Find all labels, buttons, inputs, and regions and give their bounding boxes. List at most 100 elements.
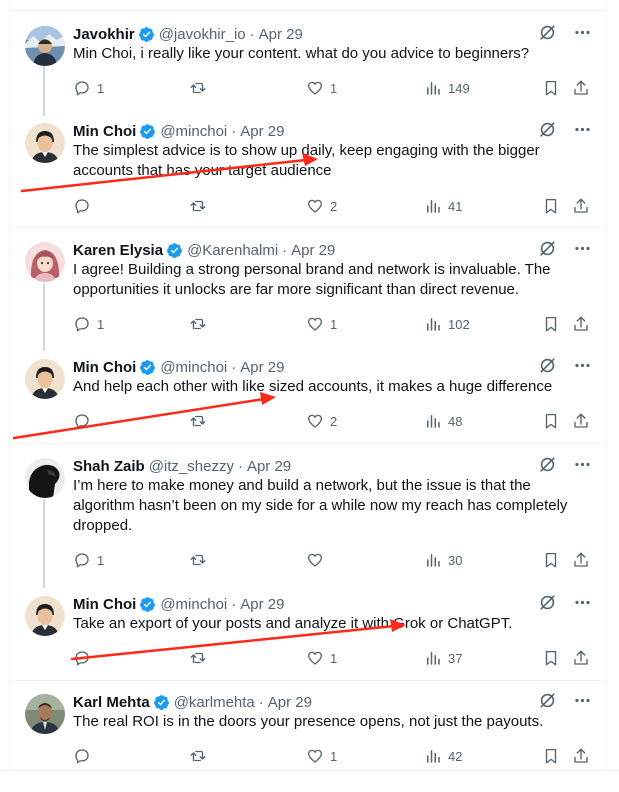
views-button[interactable]: 149 [424,78,470,98]
author-handle[interactable]: @itz_shezzy [149,458,234,475]
more-options-icon[interactable] [573,356,592,375]
share-button[interactable] [572,314,590,334]
share-button[interactable] [572,78,590,98]
author-name[interactable]: Min Choi [73,123,136,140]
avatar[interactable] [25,123,65,163]
author-handle[interactable]: @minchoi [160,123,227,140]
author-handle[interactable]: @minchoi [160,596,227,613]
author-name[interactable]: Min Choi [73,359,136,376]
bookmark-button[interactable] [542,648,560,668]
like-button[interactable]: 1 [306,314,337,334]
retweet-button[interactable] [189,314,213,334]
retweet-button[interactable] [189,411,213,431]
more-options-icon[interactable] [573,455,592,474]
author-handle[interactable]: @Karenhalmi [187,242,278,259]
grok-icon[interactable] [538,691,557,710]
author-name[interactable]: Karl Mehta [73,694,150,711]
retweet-button[interactable] [189,648,213,668]
tweet-date[interactable]: Apr 29 [240,359,284,376]
views-button[interactable]: 37 [424,648,462,668]
reply-count: 1 [97,552,105,568]
tweet[interactable]: Min Choi @minchoi · Apr 29 And help each… [10,344,606,443]
tweet[interactable]: Min Choi @minchoi · Apr 29 The simplest … [10,108,606,226]
author-handle[interactable]: @javokhir_io [159,26,246,43]
share-button[interactable] [572,648,590,668]
more-options-icon[interactable] [573,691,592,710]
like-button[interactable]: 2 [306,196,337,216]
reply-button[interactable] [73,648,97,668]
reply-button[interactable]: 1 [73,78,104,98]
avatar[interactable] [25,242,65,282]
bookmark-button[interactable] [542,314,560,334]
more-options-icon[interactable] [573,23,592,42]
tweet-thread-page: Javokhir @javokhir_io · Apr 29 Min Choi,… [0,0,619,792]
retweet-icon [190,318,206,330]
like-count: 1 [330,650,338,666]
tweet[interactable]: Javokhir @javokhir_io · Apr 29 Min Choi,… [10,11,606,115]
tweet-date[interactable]: Apr 29 [268,694,312,711]
tweet-date[interactable]: Apr 29 [240,596,284,613]
grok-icon[interactable] [538,356,557,375]
retweet-button[interactable] [189,78,213,98]
like-button[interactable]: 1 [306,78,337,98]
tweet[interactable]: Karen Elysia @Karenhalmi · Apr 29 I agre… [10,227,606,344]
reply-button[interactable]: 1 [73,314,104,334]
share-button[interactable] [572,196,590,216]
tweet[interactable]: Min Choi @minchoi · Apr 29 Take an expor… [10,581,606,680]
reply-button[interactable] [73,411,97,431]
views-button[interactable]: 102 [424,314,470,334]
author-handle[interactable]: @minchoi [160,359,227,376]
bookmark-button[interactable] [542,746,560,766]
bookmark-button[interactable] [542,78,560,98]
tweet-date[interactable]: Apr 29 [291,242,335,259]
bookmark-icon [545,650,557,666]
grok-icon[interactable] [538,23,557,42]
avatar[interactable] [25,458,65,498]
more-options-icon[interactable] [573,239,592,258]
views-button[interactable]: 41 [424,196,462,216]
like-button[interactable]: 1 [306,746,337,766]
bookmark-button[interactable] [542,411,560,431]
more-options-icon[interactable] [573,120,592,139]
author-name[interactable]: Min Choi [73,596,136,613]
grok-icon[interactable] [538,239,557,258]
grok-icon[interactable] [538,455,557,474]
retweet-button[interactable] [189,746,213,766]
like-count: 2 [330,198,338,214]
retweet-button[interactable] [189,196,213,216]
views-button[interactable]: 30 [424,550,462,570]
tweet-actions: 2 48 [73,411,597,431]
share-button[interactable] [572,746,590,766]
tweet[interactable]: Karl Mehta @karlmehta · Apr 29 The real … [10,679,606,770]
separator-dot: · [258,693,264,711]
author-name[interactable]: Karen Elysia [73,242,163,259]
avatar[interactable] [25,359,65,399]
share-button[interactable] [572,411,590,431]
grok-icon[interactable] [538,593,557,612]
views-button[interactable]: 42 [424,746,462,766]
reply-button[interactable] [73,196,97,216]
like-button[interactable]: 1 [306,648,337,668]
like-button[interactable]: 2 [306,411,337,431]
tweet-date[interactable]: Apr 29 [240,123,284,140]
avatar[interactable] [25,694,65,734]
bookmark-icon [545,80,557,96]
like-button[interactable] [306,550,330,570]
tweet-date[interactable]: Apr 29 [247,458,291,475]
tweet-date[interactable]: Apr 29 [259,26,303,43]
bookmark-button[interactable] [542,196,560,216]
reply-button[interactable] [73,746,97,766]
avatar[interactable] [25,596,65,636]
author-name[interactable]: Shah Zaib [73,458,145,475]
retweet-button[interactable] [189,550,213,570]
avatar[interactable] [25,26,65,66]
bookmark-button[interactable] [542,550,560,570]
tweet[interactable]: Shah Zaib @itz_shezzy · Apr 29 I’m here … [10,443,606,581]
grok-icon[interactable] [538,120,557,139]
more-options-icon[interactable] [573,593,592,612]
author-handle[interactable]: @karlmehta [174,694,255,711]
reply-button[interactable]: 1 [73,550,104,570]
author-name[interactable]: Javokhir [73,26,135,43]
views-button[interactable]: 48 [424,411,462,431]
share-button[interactable] [572,550,590,570]
